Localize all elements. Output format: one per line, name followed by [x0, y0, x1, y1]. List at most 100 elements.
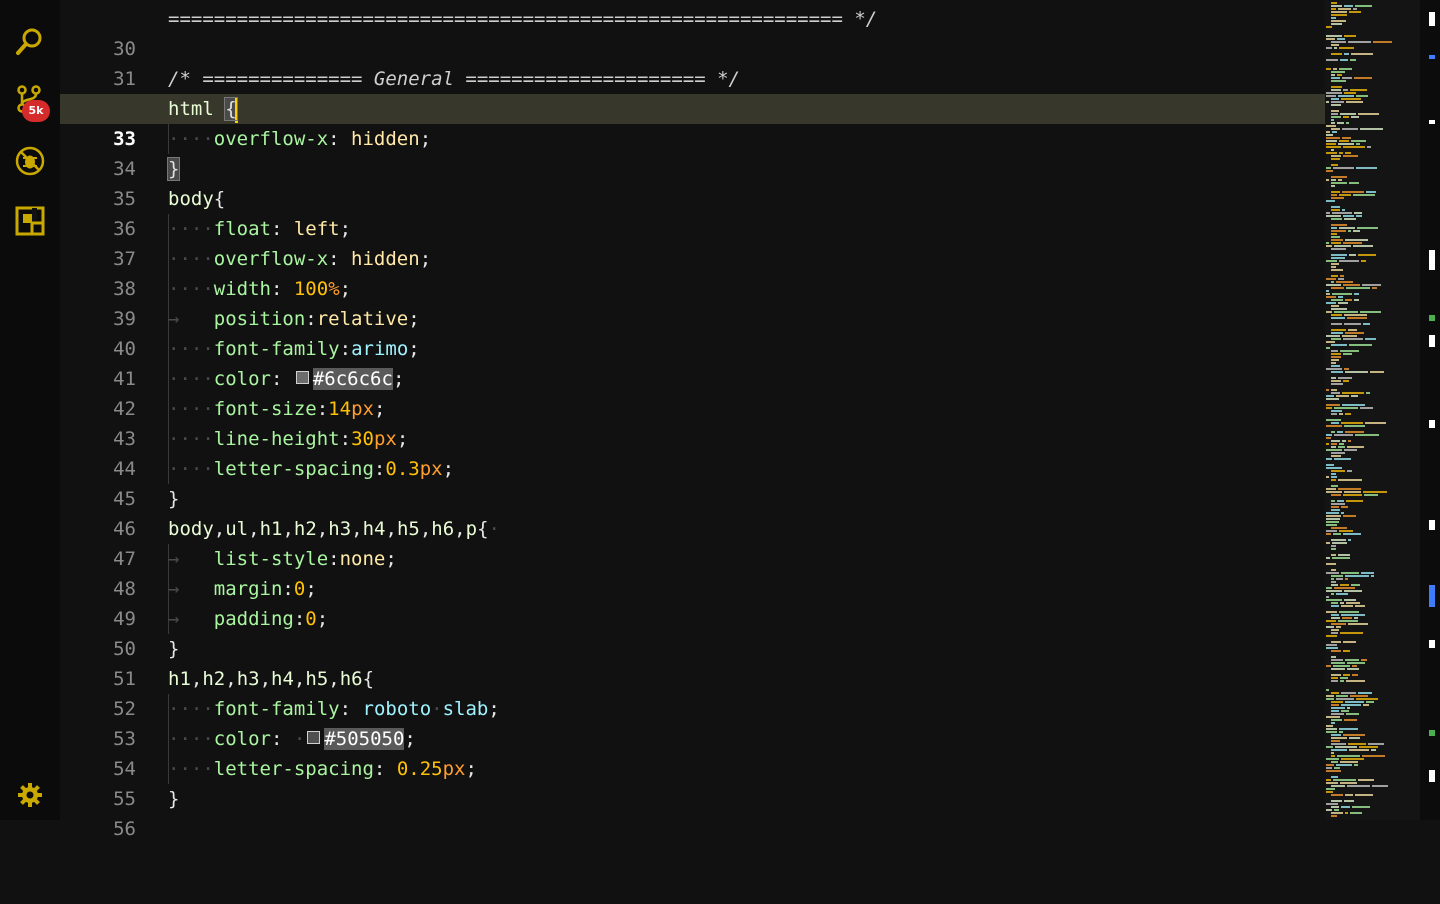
minimap-line [1347, 470, 1352, 472]
minimap-line [1326, 260, 1337, 262]
minimap-line [1326, 488, 1336, 490]
minimap-line [1338, 179, 1342, 181]
minimap-line [1341, 512, 1344, 514]
minimap-line [1326, 596, 1329, 598]
scrollbar-marker [1429, 12, 1435, 26]
scrollbar-marker [1429, 55, 1435, 59]
minimap-line [1331, 584, 1338, 586]
minimap-line [1331, 191, 1340, 193]
minimap-line [1331, 305, 1339, 307]
minimap-line [1350, 812, 1362, 814]
minimap-line [1345, 701, 1364, 703]
minimap-line [1331, 179, 1336, 181]
vertical-scrollbar[interactable] [1420, 0, 1440, 820]
minimap-line [1344, 53, 1349, 55]
minimap-line [1331, 485, 1338, 487]
minimap-line [1343, 650, 1350, 652]
minimap-line [1326, 341, 1335, 343]
minimap-line [1341, 98, 1361, 100]
minimap-line [1356, 215, 1362, 217]
minimap-line [1331, 806, 1339, 808]
minimap-line [1326, 290, 1329, 292]
minimap-line [1331, 500, 1335, 502]
extensions-icon[interactable] [15, 206, 45, 236]
scrollbar-marker [1429, 520, 1435, 530]
code-line: 55 ····letter-spacing: 0.25px; [60, 754, 1325, 810]
minimap-line [1326, 212, 1330, 214]
minimap[interactable] [1325, 0, 1420, 820]
minimap-line [1367, 146, 1371, 148]
minimap-line [1331, 794, 1343, 796]
debug-icon[interactable] [15, 146, 45, 176]
text-cursor [234, 96, 238, 123]
minimap-line [1355, 794, 1373, 796]
minimap-line [1343, 215, 1354, 217]
minimap-line [1340, 782, 1357, 784]
minimap-line [1332, 557, 1350, 559]
minimap-line [1326, 716, 1340, 718]
minimap-line [1360, 407, 1373, 409]
minimap-line [1331, 452, 1345, 454]
minimap-line [1326, 152, 1337, 154]
code-line: 54 ····color: · #505050; [60, 724, 1325, 780]
minimap-line [1348, 623, 1368, 625]
minimap-line [1332, 131, 1337, 133]
minimap-line [1326, 389, 1329, 391]
minimap-line [1331, 14, 1347, 16]
minimap-line [1351, 116, 1359, 118]
minimap-line [1341, 758, 1364, 760]
code-editor[interactable]: 30 =====================================… [60, 0, 1325, 840]
minimap-line [1353, 8, 1357, 10]
minimap-line [1326, 809, 1332, 811]
minimap-line [1351, 140, 1366, 142]
minimap-line [1343, 515, 1356, 517]
minimap-line [1331, 527, 1347, 529]
minimap-line [1346, 602, 1360, 604]
minimap-line [1351, 395, 1358, 397]
minimap-line [1331, 392, 1340, 394]
minimap-line [1336, 698, 1354, 700]
minimap-line [1341, 704, 1361, 706]
minimap-line [1331, 356, 1341, 358]
minimap-line [1331, 77, 1340, 79]
minimap-line [1331, 350, 1338, 352]
line-content: ····letter-spacing:0.3px; [168, 458, 455, 480]
minimap-line [1333, 68, 1337, 70]
minimap-line [1326, 521, 1339, 523]
minimap-line [1331, 443, 1337, 445]
minimap-line [1343, 242, 1362, 244]
minimap-line [1331, 641, 1341, 643]
minimap-line [1333, 533, 1341, 535]
color-swatch[interactable] [307, 731, 321, 744]
minimap-line [1350, 695, 1368, 697]
minimap-line [1339, 152, 1343, 154]
minimap-line [1331, 581, 1336, 583]
minimap-line [1340, 761, 1358, 763]
minimap-line [1331, 602, 1338, 604]
minimap-line [1333, 779, 1356, 781]
minimap-line [1340, 113, 1356, 115]
minimap-line [1331, 299, 1343, 301]
minimap-line [1342, 209, 1345, 211]
minimap-line [1326, 458, 1332, 460]
minimap-line [1334, 458, 1351, 460]
color-swatch[interactable] [295, 371, 309, 384]
minimap-line [1331, 752, 1334, 754]
minimap-line [1331, 473, 1336, 475]
minimap-line [1334, 809, 1339, 811]
minimap-line [1331, 710, 1339, 712]
code-line: 46 } [60, 484, 1325, 540]
minimap-line [1331, 593, 1334, 595]
code-line: 31 [60, 34, 1325, 90]
minimap-line [1331, 704, 1339, 706]
minimap-line [1373, 41, 1392, 43]
source-control-badge: 5k [22, 100, 50, 122]
minimap-line [1346, 287, 1370, 289]
minimap-line [1339, 413, 1343, 415]
minimap-line [1331, 218, 1342, 220]
gear-icon[interactable] [15, 780, 45, 810]
minimap-line [1326, 200, 1335, 202]
minimap-line [1341, 422, 1363, 424]
minimap-line [1334, 434, 1353, 436]
search-icon[interactable] [15, 26, 45, 56]
